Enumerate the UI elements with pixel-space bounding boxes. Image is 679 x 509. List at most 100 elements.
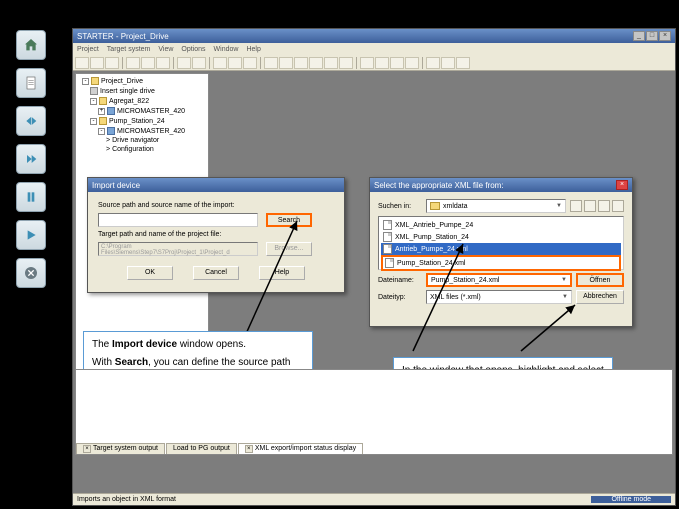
tb-open[interactable]	[90, 57, 104, 69]
menu-window[interactable]: Window	[214, 46, 239, 53]
tb-j[interactable]	[324, 57, 338, 69]
tb-i[interactable]	[309, 57, 323, 69]
target-label: Target path and name of the project file…	[98, 231, 334, 238]
source-input[interactable]	[98, 213, 258, 227]
file-item[interactable]: Antrieb_Pumpe_24.xml	[381, 243, 621, 255]
folder-icon	[430, 202, 440, 210]
menu-target[interactable]: Target system	[107, 46, 151, 53]
close-button[interactable]	[16, 258, 46, 288]
home-button[interactable]	[16, 30, 46, 60]
cancel-button[interactable]: Cancel	[193, 266, 239, 280]
abbrechen-button[interactable]: Abbrechen	[576, 290, 624, 304]
maximize-button[interactable]: □	[646, 31, 658, 41]
tree-root[interactable]: -Project_Drive	[78, 76, 206, 86]
folder-select[interactable]: xmldata	[426, 199, 566, 213]
tree-item[interactable]: -Pump_Station_24	[78, 116, 206, 126]
menu-view[interactable]: View	[158, 46, 173, 53]
up-folder-icon[interactable]	[584, 200, 596, 212]
tab-load-pg[interactable]: Load to PG output	[166, 443, 237, 454]
back-button[interactable]	[16, 106, 46, 136]
menu-help[interactable]: Help	[246, 46, 260, 53]
tree-item[interactable]: Insert single drive	[78, 86, 206, 96]
dialog-close-button[interactable]: ×	[616, 180, 628, 190]
file-icon	[383, 244, 392, 254]
play-icon	[23, 227, 39, 243]
filename-label: Dateiname:	[378, 277, 422, 284]
tree-item[interactable]: +MICROMASTER_420	[78, 106, 206, 116]
file-icon	[383, 232, 392, 242]
search-button[interactable]: Search	[266, 213, 312, 227]
dialog-title: Select the appropriate XML file from:	[374, 181, 504, 190]
tb-b[interactable]	[192, 57, 206, 69]
filetype-select[interactable]: XML files (*.xml)	[426, 290, 572, 304]
back-icon	[23, 113, 39, 129]
file-item-highlighted[interactable]: Pump_Station_24.xml	[381, 255, 621, 271]
close-window-button[interactable]: ×	[659, 31, 671, 41]
help-button[interactable]: Help	[259, 266, 305, 280]
tb-f[interactable]	[264, 57, 278, 69]
forward-icon	[23, 151, 39, 167]
tb-cut[interactable]	[126, 57, 140, 69]
workspace: -Project_Drive Insert single drive -Agre…	[73, 71, 675, 469]
tb-r[interactable]	[456, 57, 470, 69]
output-panel: ×Target system output Load to PG output …	[75, 369, 673, 455]
file-open-dialog: Select the appropriate XML file from: × …	[369, 177, 633, 327]
toolbar	[73, 55, 675, 71]
titlebar: STARTER - Project_Drive _ □ ×	[73, 29, 675, 43]
tb-copy[interactable]	[141, 57, 155, 69]
back-folder-icon[interactable]	[570, 200, 582, 212]
fwd-button[interactable]	[16, 144, 46, 174]
tb-h[interactable]	[294, 57, 308, 69]
tree-item[interactable]: >Drive navigator	[78, 136, 206, 145]
import-device-dialog: Import device Source path and source nam…	[87, 177, 345, 293]
tb-p[interactable]	[426, 57, 440, 69]
file-item[interactable]: XML_Pump_Station_24	[381, 231, 621, 243]
file-icon	[385, 258, 394, 268]
tree-item[interactable]: >Configuration	[78, 145, 206, 154]
pause-button[interactable]	[16, 182, 46, 212]
menu-options[interactable]: Options	[181, 46, 205, 53]
pause-icon	[23, 189, 39, 205]
views-icon[interactable]	[612, 200, 624, 212]
home-icon	[23, 37, 39, 53]
tb-q[interactable]	[441, 57, 455, 69]
tb-paste[interactable]	[156, 57, 170, 69]
status-text: Imports an object in XML format	[77, 496, 176, 503]
minimize-button[interactable]: _	[633, 31, 645, 41]
target-input: C:\Program Files\Siemens\Step7\S7Proj\Pr…	[98, 242, 258, 256]
browse-button: Browse...	[266, 242, 312, 256]
doc-button[interactable]	[16, 68, 46, 98]
open-button[interactable]: Öffnen	[576, 273, 624, 287]
lookin-label: Suchen in:	[378, 203, 422, 210]
file-list: XML_Antrieb_Pumpe_24 XML_Pump_Station_24…	[378, 216, 624, 270]
tb-o[interactable]	[405, 57, 419, 69]
play-button[interactable]	[16, 220, 46, 250]
ok-button[interactable]: OK	[127, 266, 173, 280]
document-icon	[23, 75, 39, 91]
tree-item[interactable]: -Agregat_822	[78, 96, 206, 106]
dialog-title: Import device	[88, 178, 344, 192]
tb-a[interactable]	[177, 57, 191, 69]
tb-c[interactable]	[213, 57, 227, 69]
tb-l[interactable]	[360, 57, 374, 69]
tab-target-output[interactable]: ×Target system output	[76, 443, 165, 454]
tree-item[interactable]: -MICROMASTER_420	[78, 126, 206, 136]
app-window: STARTER - Project_Drive _ □ × Project Ta…	[72, 28, 676, 506]
menu-project[interactable]: Project	[77, 46, 99, 53]
tb-new[interactable]	[75, 57, 89, 69]
tb-d[interactable]	[228, 57, 242, 69]
filename-input[interactable]: Pump_Station_24.xml	[426, 273, 572, 287]
menubar: Project Target system View Options Windo…	[73, 43, 675, 55]
file-icon	[383, 220, 392, 230]
new-folder-icon[interactable]	[598, 200, 610, 212]
tb-m[interactable]	[375, 57, 389, 69]
tab-xml-status[interactable]: ×XML export/import status display	[238, 443, 363, 454]
tb-save[interactable]	[105, 57, 119, 69]
tb-e[interactable]	[243, 57, 257, 69]
tb-k[interactable]	[339, 57, 353, 69]
tb-g[interactable]	[279, 57, 293, 69]
status-bar: Imports an object in XML format Offline …	[73, 493, 675, 505]
file-item[interactable]: XML_Antrieb_Pumpe_24	[381, 219, 621, 231]
filetype-label: Dateityp:	[378, 294, 422, 301]
tb-n[interactable]	[390, 57, 404, 69]
